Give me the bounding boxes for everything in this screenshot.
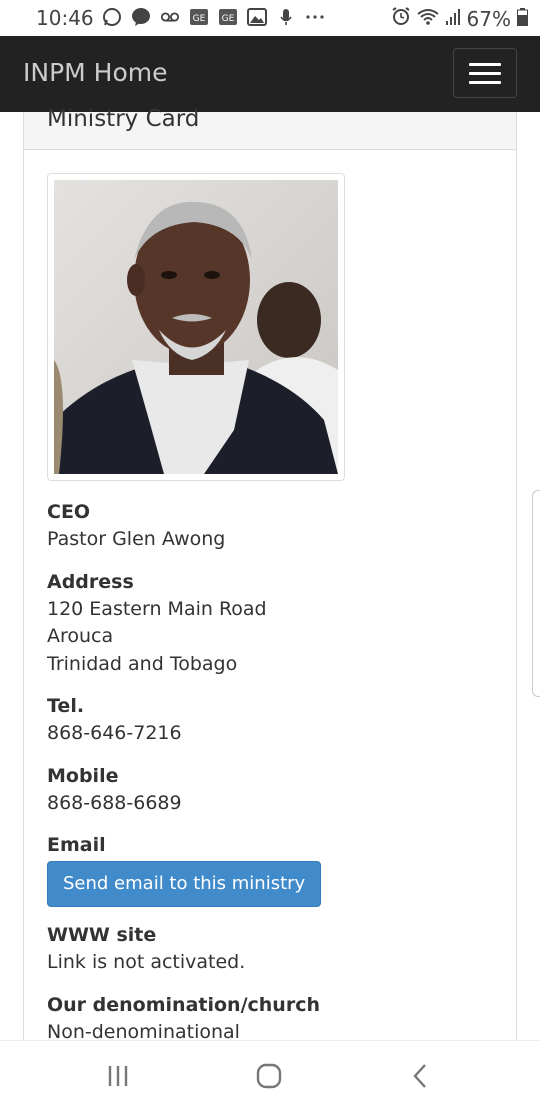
more-dots-icon bbox=[305, 7, 325, 27]
clock: 10:46 bbox=[36, 6, 94, 30]
address-section: Address 120 Eastern Main Road Arouca Tri… bbox=[47, 568, 487, 679]
battery-percent: 67% bbox=[466, 6, 511, 31]
ministry-details: CEO Pastor Glen Awong Address 120 Easter… bbox=[47, 498, 487, 1060]
navbar: INPM Home bbox=[0, 36, 540, 112]
mobile-value[interactable]: 868-688-6689 bbox=[47, 790, 487, 818]
system-navigation-bar bbox=[0, 1040, 540, 1111]
gallery-icon bbox=[247, 7, 267, 27]
www-value: Link is not activated. bbox=[47, 951, 246, 973]
ministry-card-panel: Ministry Card CEO Pastor Glen Awong Addr… bbox=[23, 106, 517, 1053]
portrait-photo bbox=[54, 180, 338, 474]
battery-icon bbox=[517, 7, 528, 31]
ceo-value: Pastor Glen Awong bbox=[47, 528, 226, 550]
mobile-section: Mobile 868-688-6689 bbox=[47, 762, 487, 818]
whatsapp-icon bbox=[102, 7, 122, 27]
svg-text:GE: GE bbox=[222, 14, 235, 24]
tel-label: Tel. bbox=[47, 695, 85, 717]
mobile-label: Mobile bbox=[47, 764, 119, 787]
tel-section: Tel. 868-646-7216 bbox=[47, 692, 487, 748]
address-label: Address bbox=[47, 570, 134, 593]
voicemail-icon bbox=[160, 7, 180, 27]
mic-icon bbox=[276, 7, 296, 27]
address-line1: 120 Eastern Main Road bbox=[47, 597, 267, 620]
tel-value[interactable]: 868-646-7216 bbox=[47, 720, 487, 748]
address-line2: Arouca bbox=[47, 625, 114, 647]
notification-icons: GE GE bbox=[102, 7, 325, 27]
edge-panel-handle[interactable] bbox=[532, 490, 540, 697]
hamburger-menu-icon[interactable] bbox=[453, 48, 517, 98]
ceo-section: CEO Pastor Glen Awong bbox=[47, 498, 487, 554]
navbar-brand[interactable]: INPM Home bbox=[23, 58, 168, 87]
email-label: Email bbox=[47, 834, 106, 856]
status-bar: 10:46 GE GE 67% bbox=[0, 0, 540, 36]
home-icon[interactable] bbox=[254, 1063, 284, 1089]
denomination-section: Our denomination/church Non-denomination… bbox=[47, 991, 487, 1047]
messenger-icon bbox=[131, 7, 151, 27]
www-section: WWW site Link is not activated. bbox=[47, 921, 487, 977]
wifi-icon bbox=[416, 7, 439, 31]
panel-heading: Ministry Card bbox=[24, 106, 516, 150]
panel-title: Ministry Card bbox=[47, 106, 200, 132]
email-section: Email Send email to this ministry bbox=[47, 831, 487, 907]
denomination-label: Our denomination/church bbox=[47, 993, 320, 1016]
recent-apps-icon[interactable] bbox=[103, 1063, 133, 1089]
ge-app-icon: GE bbox=[218, 7, 238, 27]
alarm-icon bbox=[391, 6, 411, 31]
address-line3: Trinidad and Tobago bbox=[47, 652, 238, 675]
www-label: WWW site bbox=[47, 924, 157, 946]
system-status: 67% bbox=[391, 6, 528, 31]
send-email-button[interactable]: Send email to this ministry bbox=[47, 861, 322, 907]
ceo-label: CEO bbox=[47, 501, 91, 523]
signal-icon bbox=[445, 7, 461, 31]
ministry-photo bbox=[47, 173, 345, 481]
ge-app-icon: GE bbox=[189, 7, 209, 27]
svg-text:GE: GE bbox=[193, 14, 206, 24]
back-icon[interactable] bbox=[405, 1063, 435, 1089]
